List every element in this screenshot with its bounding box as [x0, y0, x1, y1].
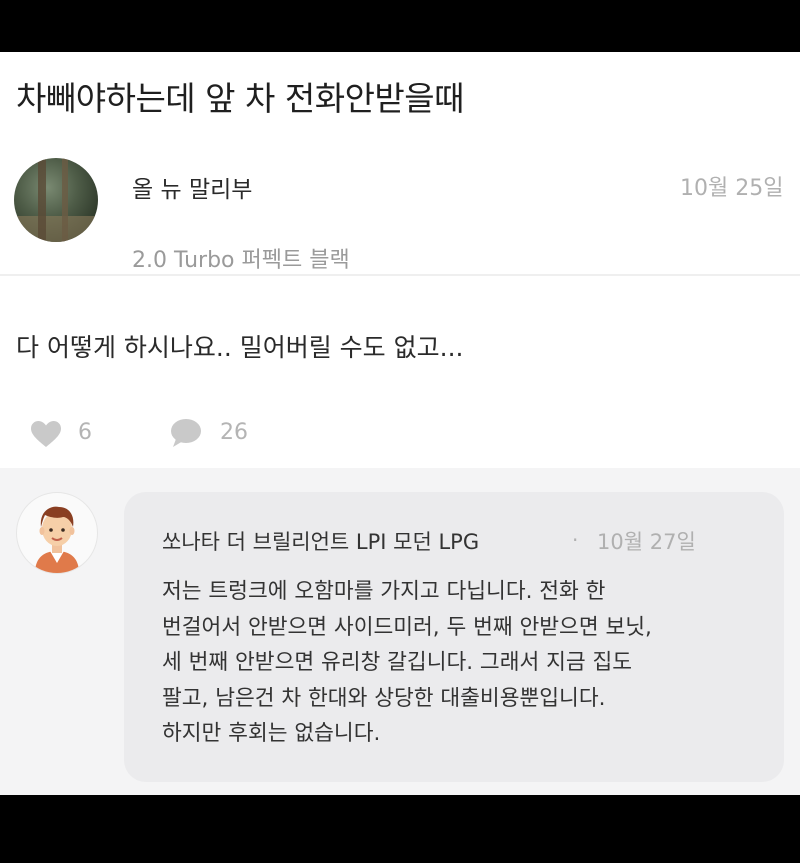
speech-bubble-icon[interactable] [170, 418, 202, 448]
post-page: 차빼야하는데 앞 차 전화안받을때 올 뉴 말리부 2.0 Turbo 퍼펙트 … [0, 52, 800, 795]
comment-line: 세 번째 안받으면 유리창 갈깁니다. 그래서 지금 집도 [162, 650, 633, 675]
divider [0, 274, 800, 276]
heart-icon[interactable] [30, 420, 62, 448]
comments-section: 쏘나타 더 브릴리언트 LPI 모던 LPG · 10월 27일 저는 트렁크에… [0, 468, 800, 795]
post-body: 다 어떻게 하시나요.. 밀어버릴 수도 없고... [16, 333, 464, 362]
author-name[interactable]: 올 뉴 말리부 [132, 170, 252, 204]
post-title: 차빼야하는데 앞 차 전화안받을때 [16, 79, 465, 118]
author-car-model: 2.0 Turbo 퍼펙트 블랙 [132, 248, 350, 273]
comment-date: 10월 27일 [597, 530, 696, 554]
comment-line: 번걸어서 안받으면 사이드미러, 두 번째 안받으면 보닛, [162, 614, 652, 640]
post-stats: 6 26 [30, 418, 330, 448]
comment-line: 하지만 후회는 없습니다. [162, 721, 381, 746]
comment-card: 쏘나타 더 브릴리언트 LPI 모던 LPG · 10월 27일 저는 트렁크에… [124, 492, 784, 782]
comment-text: 저는 트렁크에 오함마를 가지고 다닙니다. 전화 한 번걸어서 안받으면 사이… [162, 574, 772, 752]
post-date: 10월 25일 [680, 176, 784, 201]
comment-count: 26 [220, 420, 248, 445]
person-illustration-icon [35, 506, 79, 573]
comment-line: 팔고, 남은건 차 한대와 상당한 대출비용뿐입니다. [162, 685, 606, 711]
comment-line: 저는 트렁크에 오함마를 가지고 다닙니다. 전화 한 [162, 579, 606, 604]
comment-author[interactable]: 쏘나타 더 브릴리언트 LPI 모던 LPG [162, 526, 479, 556]
commenter-avatar[interactable] [16, 492, 98, 574]
like-count: 6 [78, 420, 92, 445]
author-avatar[interactable] [14, 158, 98, 242]
comment-separator: · [572, 528, 579, 552]
